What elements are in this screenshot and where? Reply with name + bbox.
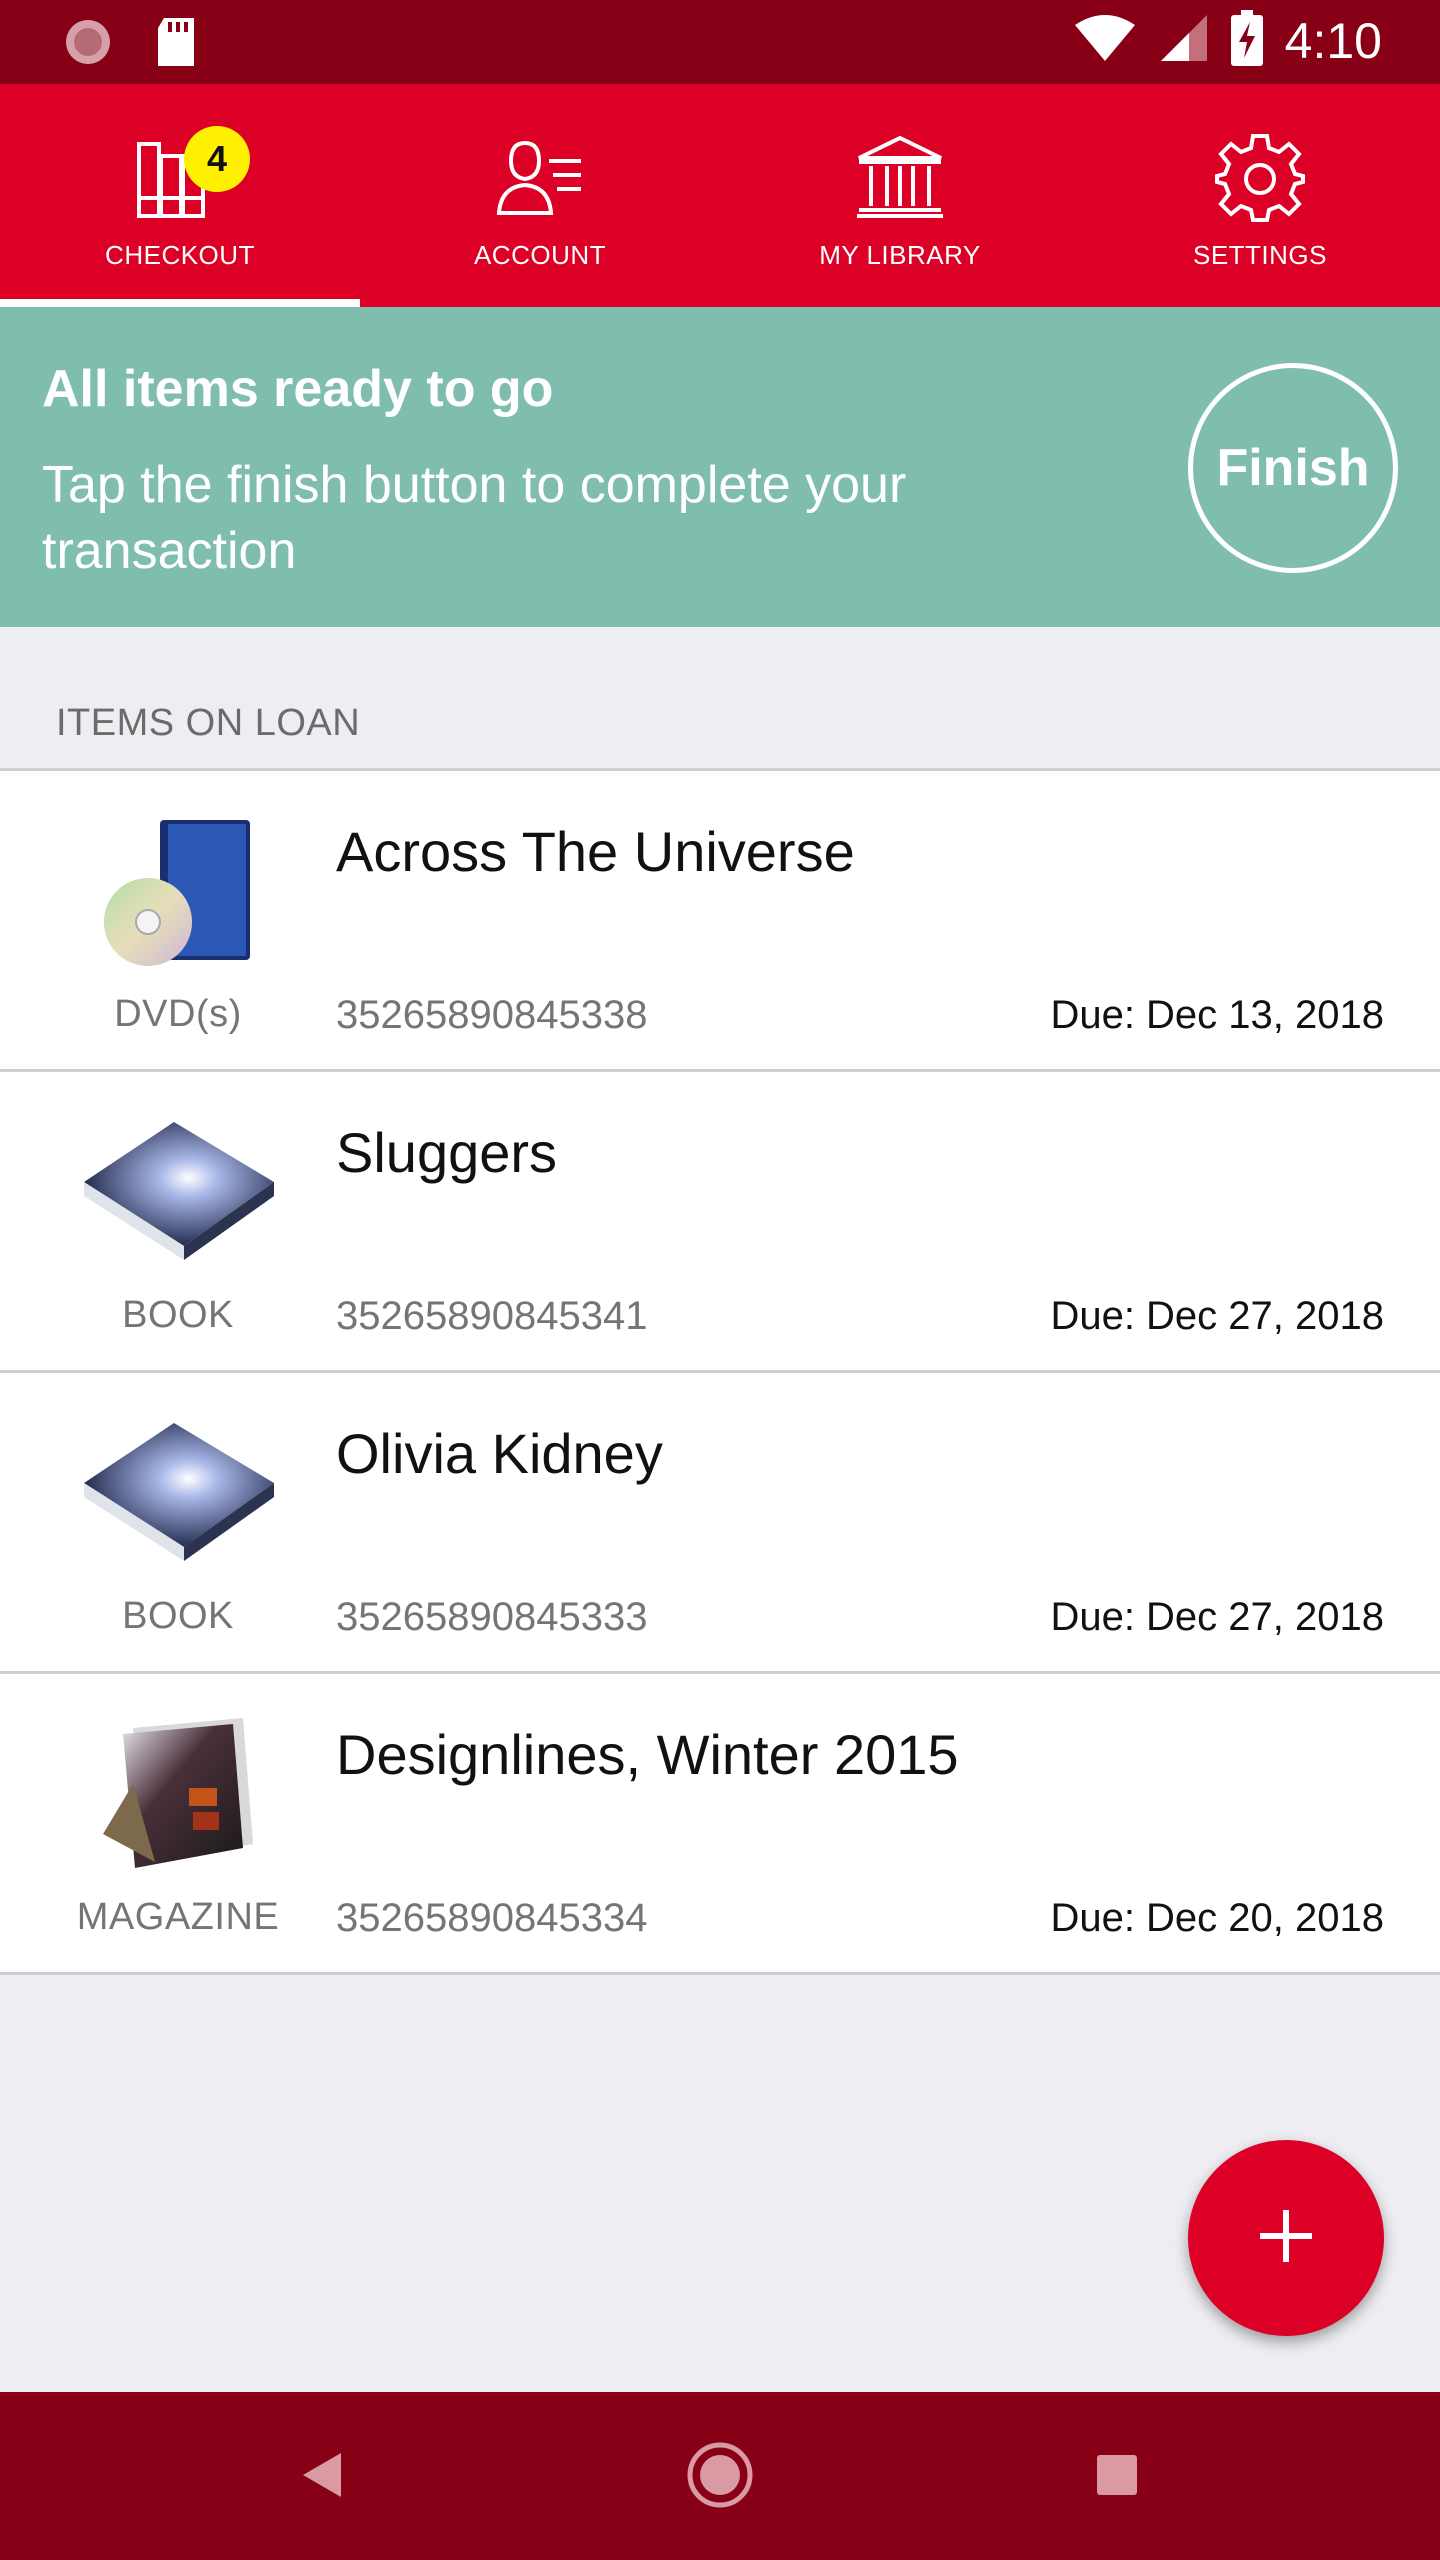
battery-charging-icon: [1230, 10, 1263, 71]
gear-icon: [1210, 132, 1310, 222]
banner-subtitle: Tap the finish button to complete your t…: [42, 456, 907, 580]
item-barcode: 35265890845341: [336, 1294, 648, 1338]
tab-checkout[interactable]: 4 CHECKOUT: [0, 84, 360, 307]
list-item[interactable]: DVD(s) Across The Universe 3526589084533…: [0, 771, 1440, 1072]
item-title: Sluggers: [336, 1121, 558, 1184]
tab-label: CHECKOUT: [105, 240, 255, 270]
item-barcode: 35265890845333: [336, 1595, 648, 1639]
item-due-date: Due: Dec 13, 2018: [1050, 993, 1384, 1037]
item-barcode: 35265890845338: [336, 993, 648, 1037]
wifi-icon: [1073, 13, 1137, 68]
tab-settings[interactable]: SETTINGS: [1080, 84, 1440, 307]
item-barcode: 35265890845334: [336, 1896, 648, 1940]
section-header: ITEMS ON LOAN: [56, 702, 361, 744]
tab-bar: 4 CHECKOUT ACCOUNT MY LIBRARY SETTINGS: [0, 84, 1440, 307]
item-due-date: Due: Dec 27, 2018: [1050, 1595, 1384, 1639]
item-title: Olivia Kidney: [336, 1422, 663, 1485]
item-title: Across The Universe: [336, 820, 855, 883]
dvd-icon: [72, 811, 284, 971]
item-type: BOOK: [122, 1595, 234, 1637]
home-icon: [685, 2440, 755, 2515]
item-type: MAGAZINE: [76, 1896, 280, 1938]
tab-label: SETTINGS: [1192, 240, 1327, 270]
status-time: 4:10: [1284, 12, 1382, 69]
tab-label: ACCOUNT: [473, 240, 607, 270]
library-icon: [850, 132, 950, 222]
sync-icon: [62, 16, 114, 73]
tab-my-library[interactable]: MY LIBRARY: [720, 84, 1080, 307]
back-button[interactable]: [276, 2432, 366, 2522]
checkout-count-badge: 4: [184, 126, 250, 192]
item-due-date: Due: Dec 27, 2018: [1050, 1294, 1384, 1338]
list-item[interactable]: MAGAZINE Designlines, Winter 2015 352658…: [0, 1674, 1440, 1975]
list-item[interactable]: BOOK Olivia Kidney 35265890845333 Due: D…: [0, 1373, 1440, 1674]
back-icon: [299, 2451, 343, 2504]
tab-label: MY LIBRARY: [819, 240, 981, 270]
recents-icon: [1095, 2453, 1139, 2502]
sd-card-icon: [154, 16, 198, 73]
plus-icon: [1258, 2208, 1314, 2269]
magazine-icon: [72, 1714, 284, 1874]
account-icon: [490, 132, 590, 222]
system-nav-bar: [0, 2392, 1440, 2560]
item-type: BOOK: [122, 1294, 234, 1336]
list-item[interactable]: BOOK Sluggers 35265890845341 Due: Dec 27…: [0, 1072, 1440, 1373]
items-list: DVD(s) Across The Universe 3526589084533…: [0, 768, 1440, 1975]
item-due-date: Due: Dec 20, 2018: [1050, 1896, 1384, 1940]
book-icon: [72, 1413, 284, 1573]
add-item-button[interactable]: [1188, 2140, 1384, 2336]
status-bar: 4:10: [0, 0, 1440, 84]
home-button[interactable]: [675, 2432, 765, 2522]
item-title: Designlines, Winter 2015: [336, 1723, 959, 1786]
books-icon: 4: [130, 126, 250, 222]
signal-icon: [1159, 13, 1209, 68]
finish-button[interactable]: Finish: [1188, 363, 1398, 573]
banner-title: All items ready to go: [42, 360, 554, 418]
active-tab-indicator: [0, 299, 360, 307]
ready-banner: All items ready to go Tap the finish but…: [0, 307, 1440, 627]
item-type: DVD(s): [114, 993, 242, 1035]
recents-button[interactable]: [1072, 2432, 1162, 2522]
book-icon: [72, 1112, 284, 1272]
tab-account[interactable]: ACCOUNT: [360, 84, 720, 307]
